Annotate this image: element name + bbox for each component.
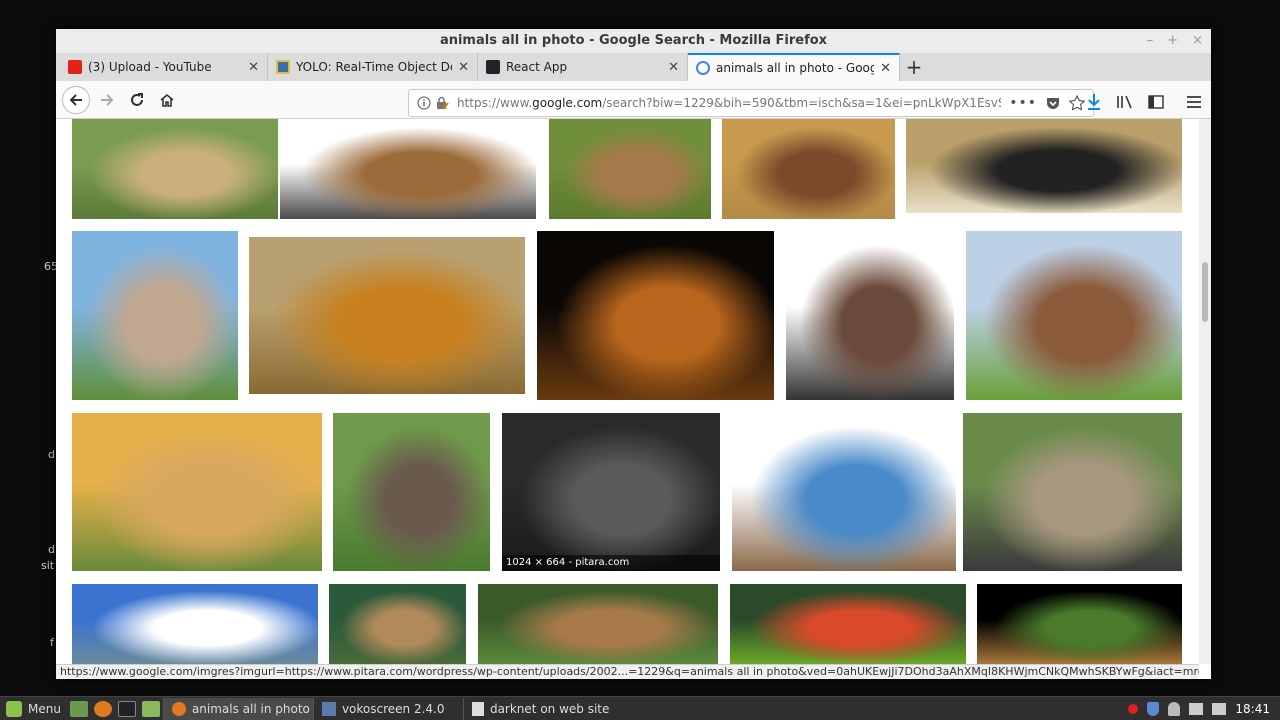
pocket-icon[interactable] [1045,95,1061,111]
close-tab-icon[interactable]: ✕ [248,60,259,75]
image-result-giraffe-sky[interactable] [72,584,318,664]
back-arrow-icon [69,93,82,106]
google-icon [696,61,710,75]
youtube-icon [68,60,82,74]
tab-label: React App [506,60,568,74]
image-result-lion-dark[interactable] [537,231,774,400]
image-result-leopard-cub[interactable] [963,413,1182,571]
home-button[interactable] [152,85,182,115]
image-result-cheetah-cubs[interactable] [72,119,278,219]
start-menu-button[interactable]: Menu [0,700,67,717]
react-icon [486,60,500,74]
new-tab-icon[interactable]: + [900,53,928,81]
image-result-earth-animals[interactable] [732,413,956,571]
desktop-label: d [48,543,55,556]
taskbar: Menu animals all in photo -... vokoscree… [0,696,1280,720]
files-launcher-icon[interactable] [141,700,160,717]
window-titlebar: animals all in photo - Google Search - M… [56,29,1211,53]
minimize-icon[interactable]: – [1147,29,1154,53]
user-icon[interactable] [1168,701,1181,716]
image-result-baby-rhino[interactable] [72,231,238,400]
clock: 18:41 [1235,701,1270,716]
terminal-launcher-icon[interactable] [117,700,136,717]
download-icon[interactable] [1086,93,1102,111]
close-tab-icon[interactable]: ✕ [458,60,469,75]
image-result-meerkats[interactable] [329,584,466,664]
url-text: https://www.google.com/search?biw=1229&b… [457,96,1001,110]
firefox-window: animals all in photo - Google Search - M… [56,29,1211,679]
document-icon [471,701,484,716]
image-result-eland-antelope[interactable] [333,413,490,571]
record-indicator-icon[interactable] [1128,703,1139,714]
image-result-horse-field[interactable] [722,119,895,219]
tab-yolo[interactable]: YOLO: Real-Time Object Dete ✕ [268,53,478,81]
image-result-chimpanzees[interactable]: 1024 × 664 - pitara.com [502,413,720,571]
image-result-lion-lying[interactable] [249,237,525,394]
show-desktop-icon[interactable] [69,700,88,717]
image-result-kittens-puppy[interactable] [72,413,322,571]
forward-arrow-icon [101,93,114,106]
page-scrollbar[interactable] [1199,119,1211,664]
mint-menu-icon [6,700,22,717]
desktop-label: d [48,448,55,461]
menu-label: Menu [28,701,61,716]
bookmark-star-icon[interactable] [1069,95,1085,111]
window-title: animals all in photo - Google Search - M… [439,33,828,48]
yolo-icon [276,60,290,74]
task-label: animals all in photo -... [191,701,313,716]
sidebar-icon[interactable] [1148,95,1164,109]
scrollbar-thumb[interactable] [1202,262,1208,322]
tab-label: YOLO: Real-Time Object Dete [296,60,453,74]
vokoscreen-icon [321,701,336,716]
image-result-forest-animals[interactable] [478,584,718,664]
url-bar[interactable]: https://www.google.com/search?biw=1229&b… [408,89,1094,117]
tab-bar: (3) Upload - YouTube ✕ YOLO: Real-Time O… [56,53,1211,81]
image-result-animal-collection[interactable] [280,119,536,219]
window-controls: – + × [1147,29,1203,53]
hamburger-menu-icon[interactable] [1186,95,1202,109]
reload-icon [131,92,143,106]
info-icon[interactable] [417,96,431,110]
insecure-lock-icon[interactable] [435,96,449,110]
page-actions-icon[interactable]: ••• [1009,95,1037,111]
task-label: vokoscreen 2.4.0 [341,701,445,716]
image-result-horses-meadow[interactable] [966,231,1182,400]
forward-button[interactable] [92,85,122,115]
task-label: darknet on web site ... [489,701,613,716]
image-hover-caption: 1024 × 664 - pitara.com [502,555,720,571]
close-tab-icon[interactable]: ✕ [880,61,891,76]
tab-react-app[interactable]: React App ✕ [478,53,688,81]
system-tray: 18:41 [1128,701,1280,716]
task-firefox[interactable]: animals all in photo -... [162,697,313,720]
tab-label: animals all in photo - Google S [716,61,875,75]
desktop-label: f [50,636,54,649]
image-result-zebras-water[interactable] [906,119,1182,213]
shield-icon[interactable] [1147,701,1160,716]
tab-google-search[interactable]: animals all in photo - Google S ✕ [688,53,900,81]
toolbar-right [1086,93,1202,111]
maximize-icon[interactable]: + [1167,29,1178,53]
image-result-fawn-forest[interactable] [977,584,1182,664]
status-url: https://www.google.com/imgres?imgurl=htt… [56,664,1199,679]
tab-youtube[interactable]: (3) Upload - YouTube ✕ [60,53,268,81]
tab-label: (3) Upload - YouTube [88,60,212,74]
back-button[interactable] [62,85,90,114]
image-result-deer-fawns[interactable] [549,119,711,219]
network-icon[interactable] [1189,702,1204,715]
image-result-parrots[interactable] [730,584,966,664]
close-window-icon[interactable]: × [1192,29,1203,53]
image-result-farm-animals[interactable] [786,231,954,400]
firefox-icon [171,701,186,716]
library-icon[interactable] [1116,94,1134,110]
image-results-grid: 1024 × 664 - pitara.com [56,119,1199,664]
volume-icon[interactable] [1212,702,1227,715]
reload-button[interactable] [122,85,152,115]
firefox-launcher-icon[interactable] [93,700,112,717]
task-vokoscreen[interactable]: vokoscreen 2.4.0 [312,697,463,720]
home-icon [160,93,174,107]
close-tab-icon[interactable]: ✕ [668,60,679,75]
desktop-label: sit [41,559,55,572]
task-darknet[interactable]: darknet on web site ... [462,697,613,720]
